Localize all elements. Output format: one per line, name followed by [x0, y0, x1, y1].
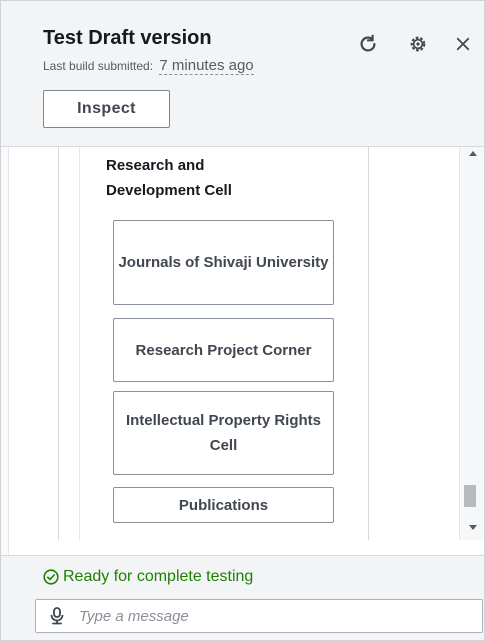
panel-footer: Ready for complete testing Type a messag… [1, 555, 484, 640]
section-heading: Research and Development Cell [106, 157, 232, 199]
test-draft-panel: Test Draft version Last build submitted:… [0, 0, 485, 641]
status-message: Ready for complete testing [43, 568, 253, 586]
settings-icon[interactable] [405, 31, 431, 57]
publications-button[interactable]: Publications [113, 487, 334, 523]
close-icon[interactable] [450, 31, 476, 57]
message-input[interactable]: Type a message [35, 599, 483, 633]
last-build-time: 7 minutes ago [159, 57, 254, 75]
message-placeholder: Type a message [79, 607, 189, 625]
scroll-thumb[interactable] [464, 485, 476, 507]
scroll-up-arrow-icon[interactable] [469, 151, 477, 156]
journals-button[interactable]: Journals of Shivaji University [113, 220, 334, 305]
chat-viewport: Research and Development Cell Journals o… [41, 147, 484, 540]
panel-title: Test Draft version [43, 27, 212, 49]
status-text: Ready for complete testing [63, 568, 254, 585]
scroll-down-arrow-icon[interactable] [469, 525, 477, 530]
panel-header: Test Draft version Last build submitted:… [1, 1, 484, 147]
last-build-label: Last build submitted: [43, 59, 154, 73]
scrollbar[interactable] [459, 147, 484, 540]
inspect-button[interactable]: Inspect [43, 90, 170, 128]
check-circle-icon [43, 569, 59, 585]
last-build-info: Last build submitted: 7 minutes ago [43, 57, 254, 75]
refresh-icon[interactable] [355, 31, 381, 57]
microphone-icon[interactable] [47, 606, 67, 626]
research-project-button[interactable]: Research Project Corner [113, 318, 334, 382]
ipr-cell-button[interactable]: Intellectual Property Rights Cell [113, 391, 334, 475]
